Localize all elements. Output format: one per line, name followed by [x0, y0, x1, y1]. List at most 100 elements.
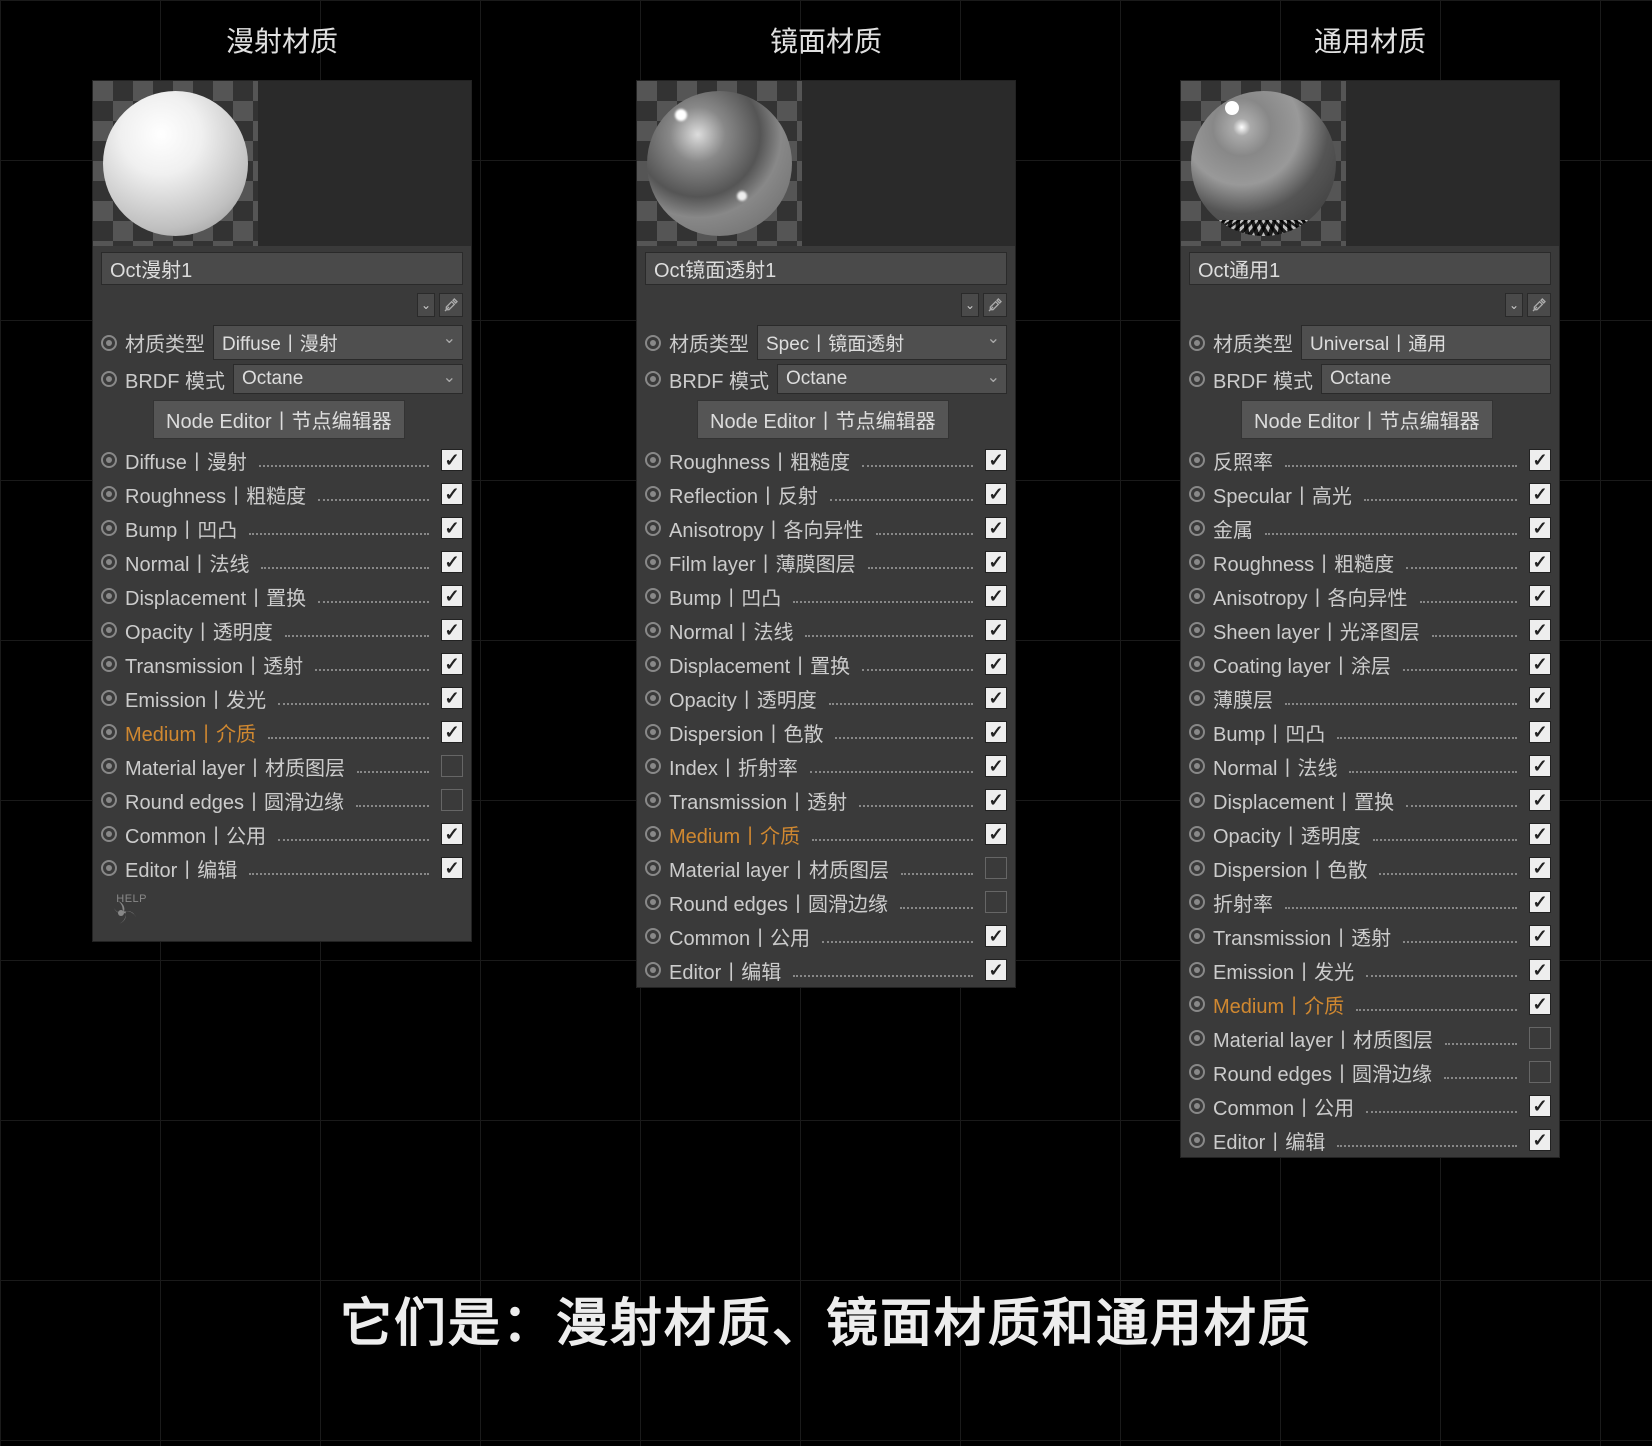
radio-icon[interactable]	[645, 656, 661, 672]
radio-icon[interactable]	[645, 724, 661, 740]
channel-checkbox[interactable]: ✓	[441, 721, 463, 743]
channel-checkbox[interactable]: ✓	[441, 449, 463, 471]
radio-icon[interactable]	[101, 371, 117, 387]
channel-checkbox[interactable]: ✓	[1529, 925, 1551, 947]
radio-icon[interactable]	[645, 588, 661, 604]
channel-checkbox[interactable]: ✓	[441, 551, 463, 573]
radio-icon[interactable]	[101, 860, 117, 876]
radio-icon[interactable]	[1189, 690, 1205, 706]
radio-icon[interactable]	[1189, 1030, 1205, 1046]
radio-icon[interactable]	[101, 622, 117, 638]
radio-icon[interactable]	[645, 894, 661, 910]
channel-checkbox[interactable]: ✓	[985, 653, 1007, 675]
channel-checkbox[interactable]: ✓	[985, 483, 1007, 505]
radio-icon[interactable]	[1189, 860, 1205, 876]
channel-checkbox[interactable]: ✓	[1529, 687, 1551, 709]
channel-checkbox[interactable]: ✓	[1529, 517, 1551, 539]
channel-checkbox[interactable]: ✓	[1529, 959, 1551, 981]
radio-icon[interactable]	[1189, 371, 1205, 387]
radio-icon[interactable]	[1189, 758, 1205, 774]
channel-checkbox[interactable]: ✓	[1529, 1027, 1551, 1049]
channel-checkbox[interactable]: ✓	[985, 789, 1007, 811]
radio-icon[interactable]	[645, 452, 661, 468]
channel-checkbox[interactable]: ✓	[985, 449, 1007, 471]
channel-checkbox[interactable]: ✓	[1529, 721, 1551, 743]
channel-checkbox[interactable]: ✓	[985, 959, 1007, 981]
radio-icon[interactable]	[1189, 826, 1205, 842]
radio-icon[interactable]	[1189, 996, 1205, 1012]
material-name-input[interactable]	[101, 252, 463, 285]
radio-icon[interactable]	[645, 826, 661, 842]
radio-icon[interactable]	[645, 962, 661, 978]
channel-checkbox[interactable]: ✓	[1529, 1061, 1551, 1083]
radio-icon[interactable]	[101, 452, 117, 468]
channel-checkbox[interactable]: ✓	[441, 585, 463, 607]
channel-checkbox[interactable]: ✓	[985, 755, 1007, 777]
channel-checkbox[interactable]: ✓	[985, 823, 1007, 845]
radio-icon[interactable]	[101, 656, 117, 672]
node-editor-button[interactable]: Node Editor丨节点编辑器	[153, 400, 405, 439]
brdf-mode-select[interactable]: Octane	[777, 364, 1007, 394]
radio-icon[interactable]	[1189, 486, 1205, 502]
radio-icon[interactable]	[645, 792, 661, 808]
radio-icon[interactable]	[1189, 335, 1205, 351]
channel-checkbox[interactable]: ✓	[985, 619, 1007, 641]
channel-checkbox[interactable]: ✓	[441, 653, 463, 675]
channel-checkbox[interactable]: ✓	[985, 891, 1007, 913]
channel-checkbox[interactable]: ✓	[441, 687, 463, 709]
radio-icon[interactable]	[645, 690, 661, 706]
brdf-mode-select[interactable]: Octane	[233, 364, 463, 394]
radio-icon[interactable]	[1189, 588, 1205, 604]
channel-checkbox[interactable]: ✓	[1529, 755, 1551, 777]
channel-checkbox[interactable]: ✓	[441, 857, 463, 879]
channel-checkbox[interactable]: ✓	[985, 551, 1007, 573]
radio-icon[interactable]	[1189, 1064, 1205, 1080]
channel-checkbox[interactable]: ✓	[985, 687, 1007, 709]
channel-checkbox[interactable]: ✓	[985, 925, 1007, 947]
radio-icon[interactable]	[101, 724, 117, 740]
channel-checkbox[interactable]: ✓	[1529, 789, 1551, 811]
channel-checkbox[interactable]: ✓	[1529, 857, 1551, 879]
channel-checkbox[interactable]: ✓	[985, 857, 1007, 879]
radio-icon[interactable]	[1189, 928, 1205, 944]
channel-checkbox[interactable]: ✓	[1529, 551, 1551, 573]
material-type-select[interactable]: Diffuse丨漫射	[213, 325, 463, 360]
channel-checkbox[interactable]: ✓	[441, 823, 463, 845]
brdf-mode-select[interactable]: Octane	[1321, 364, 1551, 394]
radio-icon[interactable]	[1189, 656, 1205, 672]
radio-icon[interactable]	[101, 486, 117, 502]
radio-icon[interactable]	[101, 335, 117, 351]
radio-icon[interactable]	[1189, 1098, 1205, 1114]
channel-checkbox[interactable]: ✓	[1529, 891, 1551, 913]
radio-icon[interactable]	[645, 335, 661, 351]
channel-checkbox[interactable]: ✓	[1529, 1129, 1551, 1151]
channel-checkbox[interactable]: ✓	[441, 789, 463, 811]
radio-icon[interactable]	[101, 520, 117, 536]
radio-icon[interactable]	[101, 554, 117, 570]
node-editor-button[interactable]: Node Editor丨节点编辑器	[697, 400, 949, 439]
channel-checkbox[interactable]: ✓	[1529, 483, 1551, 505]
channel-checkbox[interactable]: ✓	[441, 755, 463, 777]
radio-icon[interactable]	[1189, 1132, 1205, 1148]
radio-icon[interactable]	[645, 486, 661, 502]
channel-checkbox[interactable]: ✓	[441, 483, 463, 505]
radio-icon[interactable]	[101, 588, 117, 604]
channel-checkbox[interactable]: ✓	[1529, 585, 1551, 607]
channel-checkbox[interactable]: ✓	[1529, 653, 1551, 675]
radio-icon[interactable]	[645, 928, 661, 944]
radio-icon[interactable]	[645, 520, 661, 536]
radio-icon[interactable]	[645, 758, 661, 774]
channel-checkbox[interactable]: ✓	[985, 721, 1007, 743]
channel-checkbox[interactable]: ✓	[1529, 449, 1551, 471]
mini-dropdown[interactable]: ⌄	[961, 293, 979, 317]
picker-icon[interactable]	[1527, 293, 1551, 317]
radio-icon[interactable]	[1189, 962, 1205, 978]
channel-checkbox[interactable]: ✓	[1529, 619, 1551, 641]
radio-icon[interactable]	[1189, 622, 1205, 638]
radio-icon[interactable]	[645, 622, 661, 638]
radio-icon[interactable]	[1189, 724, 1205, 740]
material-name-input[interactable]	[645, 252, 1007, 285]
material-type-select[interactable]: Spec丨镜面透射	[757, 325, 1007, 360]
radio-icon[interactable]	[101, 826, 117, 842]
material-name-input[interactable]	[1189, 252, 1551, 285]
